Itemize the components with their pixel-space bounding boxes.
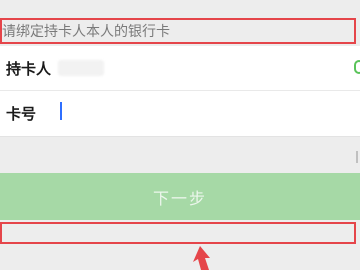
card-number-label: 卡号 (6, 105, 37, 123)
cardholder-label: 持卡人 (6, 60, 52, 78)
text-caret (60, 102, 62, 120)
red-arrow-icon (193, 246, 210, 270)
red-annotation-box-bottom (0, 222, 356, 244)
card-form: 持卡人 卡号 (0, 46, 360, 163)
red-annotation-box-top (0, 18, 356, 44)
form-bottom-divider (0, 136, 360, 137)
card-number-input[interactable] (60, 103, 340, 123)
scroll-edge-indicator (356, 151, 358, 163)
next-step-button[interactable]: 下一步 (0, 173, 360, 220)
card-number-row[interactable]: 卡号 (0, 91, 360, 163)
green-circle-icon[interactable] (354, 60, 360, 74)
cardholder-row[interactable]: 持卡人 (0, 46, 360, 91)
cardholder-name-blurred (58, 60, 104, 76)
